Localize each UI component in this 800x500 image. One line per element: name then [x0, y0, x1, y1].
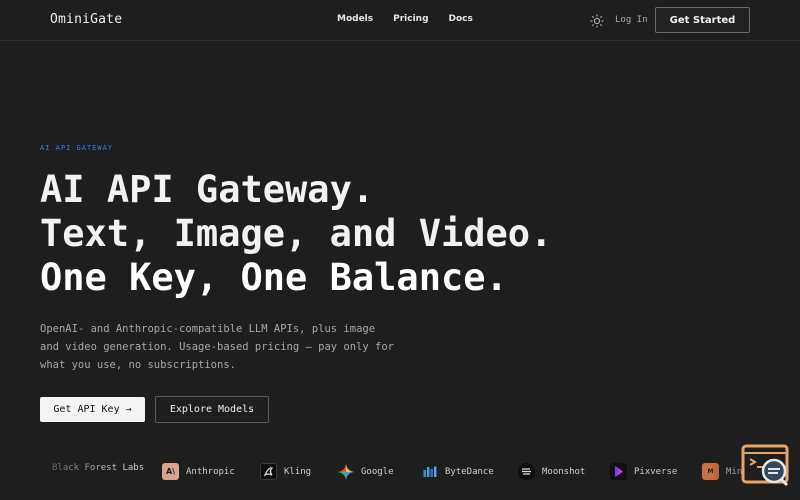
- hero-description: OpenAI- and Anthropic-compatible LLM API…: [40, 323, 395, 371]
- hero-headline: AI API Gateway. Text, Image, and Video. …: [40, 168, 552, 300]
- provider-label: Kling: [284, 466, 312, 477]
- provider-label: Google: [361, 466, 394, 477]
- headline-line-1: AI API Gateway.: [40, 168, 375, 211]
- login-link[interactable]: Log In: [615, 15, 648, 25]
- get-started-button[interactable]: Get Started: [655, 7, 750, 33]
- bytedance-icon: [421, 463, 438, 480]
- get-api-key-button[interactable]: Get API Key →: [40, 397, 145, 422]
- headline-line-2: Text, Image, and Video.: [40, 212, 553, 255]
- provider-label: ByteDance: [445, 466, 494, 477]
- provider-black-forest-labs: Black Forest Labs: [52, 463, 144, 473]
- provider-label: Pixverse: [634, 466, 678, 477]
- brand-logo[interactable]: OminiGate: [50, 12, 122, 27]
- provider-moonshot: Moonshot: [518, 463, 585, 480]
- provider-logo-strip: Black Forest Labs A\ Anthropic Kling Goo…: [0, 458, 800, 486]
- explore-models-button[interactable]: Explore Models: [155, 396, 269, 423]
- minimax-icon: M: [702, 463, 719, 480]
- top-navbar: OminiGate Models Pricing Docs Log In Get…: [0, 0, 800, 41]
- headline-line-3: One Key, One Balance.: [40, 256, 508, 299]
- provider-kling: Kling: [260, 463, 311, 480]
- provider-bytedance: ByteDance: [421, 463, 494, 480]
- primary-nav: Models Pricing Docs: [337, 14, 473, 24]
- provider-anthropic: A\ Anthropic: [162, 463, 235, 480]
- provider-google: Google: [337, 463, 394, 480]
- kling-icon: [260, 463, 277, 480]
- provider-label: Moonshot: [542, 466, 586, 477]
- anthropic-icon: A\: [162, 463, 179, 480]
- hero-eyebrow: AI API GATEWAY: [40, 144, 114, 152]
- google-gemini-icon: [337, 463, 354, 480]
- provider-label: Black Forest Labs: [52, 463, 145, 473]
- nav-link-models[interactable]: Models: [337, 14, 373, 24]
- nav-link-docs[interactable]: Docs: [449, 14, 473, 24]
- provider-pixverse: Pixverse: [610, 463, 677, 480]
- pixverse-icon: [610, 463, 627, 480]
- moonshot-icon: [518, 463, 535, 480]
- chat-assistant-icon[interactable]: [741, 444, 791, 488]
- provider-label: Anthropic: [186, 466, 235, 477]
- theme-toggle-sun-icon[interactable]: [590, 13, 604, 28]
- nav-link-pricing[interactable]: Pricing: [393, 14, 428, 24]
